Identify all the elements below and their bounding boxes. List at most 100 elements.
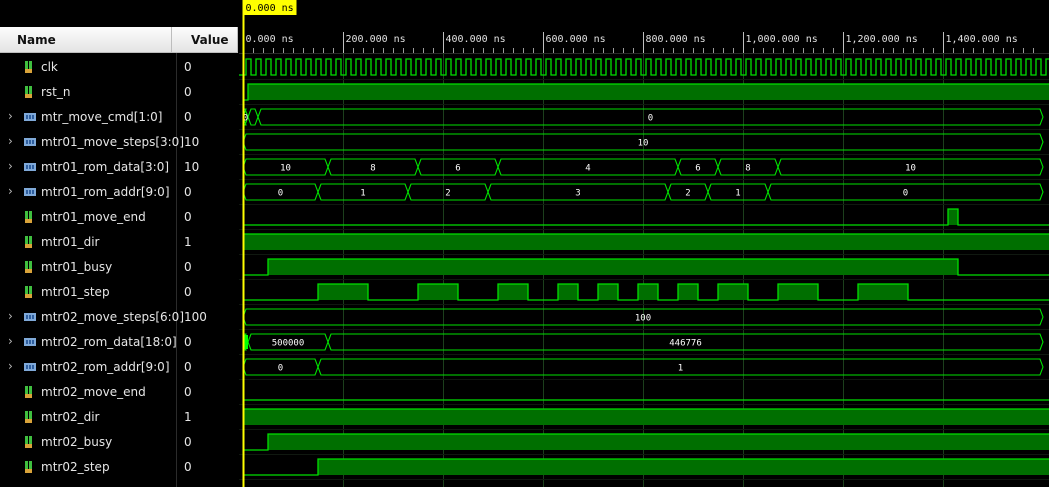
expand-chevron-icon[interactable]: › <box>8 159 13 173</box>
high-level-fill <box>318 284 368 300</box>
expand-chevron-icon[interactable]: › <box>8 334 13 348</box>
ruler-tick-label: 200.000 ns <box>346 34 406 45</box>
signal-row-mtr02-busy[interactable]: mtr02_busy 0 <box>0 430 239 455</box>
bus-value-label: 1 <box>735 189 740 199</box>
bus-value-label: 4 <box>585 164 590 174</box>
signal-row-mtr01-move-steps[interactable]: › mtr01_move_steps[3:0] 10 <box>0 130 239 155</box>
bus-value-label: 446776 <box>669 339 702 349</box>
bit-signal-icon <box>25 411 32 423</box>
high-level-fill <box>418 284 458 300</box>
signal-row-mtr02-step[interactable]: mtr02_step 0 <box>0 455 239 480</box>
signal-name: mtr02_rom_data[18:0] <box>41 335 177 349</box>
signal-value: 0 <box>184 260 192 274</box>
value-column-header[interactable]: Value <box>172 27 238 53</box>
bus-value-label: 10 <box>638 139 649 149</box>
high-level-fill <box>778 284 818 300</box>
signal-name: mtr01_move_steps[3:0] <box>41 135 184 149</box>
signal-name: mtr_move_cmd[1:0] <box>41 110 163 124</box>
bus-value-label: 100 <box>635 314 651 324</box>
bus-value-label: 3 <box>575 189 580 199</box>
high-level-fill <box>858 284 908 300</box>
signal-name: rst_n <box>41 85 71 99</box>
waveform-mtr02-step <box>243 458 1049 476</box>
signal-row-mtr01-step[interactable]: mtr01_step 0 <box>0 280 239 305</box>
bus-signal-icon <box>24 338 36 346</box>
signal-name: mtr01_move_end <box>41 210 146 224</box>
bus-signal-icon <box>24 363 36 371</box>
bit-signal-icon <box>25 436 32 448</box>
high-level-fill <box>678 284 698 300</box>
waveform-mtr02-busy <box>243 433 1049 451</box>
signal-row-mtr01-busy[interactable]: mtr01_busy 0 <box>0 255 239 280</box>
bit-signal-icon <box>25 461 32 473</box>
signal-value: 10 <box>184 135 200 149</box>
bit-signal-icon <box>25 286 32 298</box>
signal-row-mtr-move-cmd[interactable]: › mtr_move_cmd[1:0] 0 <box>0 105 239 130</box>
bus-value-label: 10 <box>280 164 291 174</box>
signal-row-mtr01-rom-data[interactable]: › mtr01_rom_data[3:0] 10 <box>0 155 239 180</box>
bus-value-label: 2 <box>685 189 690 199</box>
high-level-fill <box>638 284 658 300</box>
ruler-tick-label: 600.000 ns <box>546 34 606 45</box>
signal-name: mtr02_step <box>41 460 110 474</box>
signal-row-mtr01-dir[interactable]: mtr01_dir 1 <box>0 230 239 255</box>
high-level-fill <box>558 284 578 300</box>
signal-row-mtr02-rom-data[interactable]: › mtr02_rom_data[18:0] 0 <box>0 330 239 355</box>
high-level-fill <box>243 234 1049 250</box>
signal-name: mtr01_busy <box>41 260 113 274</box>
high-level-fill <box>498 284 528 300</box>
expand-chevron-icon[interactable]: › <box>8 184 13 198</box>
waveform-canvas[interactable]: 0.000 ns 200.000 ns 400.000 ns 600.000 ns 80… <box>239 0 1049 487</box>
bus-value-label: 10 <box>905 164 916 174</box>
signal-value: 0 <box>184 85 192 99</box>
bus-signal-icon <box>24 188 36 196</box>
signal-value: 0 <box>184 385 192 399</box>
signal-name: mtr01_dir <box>41 235 100 249</box>
high-level-fill <box>598 284 618 300</box>
bus-value-label: 0 <box>648 114 653 124</box>
signal-value: 0 <box>184 185 192 199</box>
bit-signal-icon <box>25 61 32 73</box>
expand-chevron-icon[interactable]: › <box>8 109 13 123</box>
signal-name: mtr02_rom_addr[9:0] <box>41 360 170 374</box>
waveform-rst-n <box>243 83 1049 101</box>
high-level-fill <box>718 284 748 300</box>
ruler-tick-label: 1,200.000 ns <box>846 34 918 45</box>
expand-chevron-icon[interactable]: › <box>8 309 13 323</box>
bit-signal-icon <box>25 386 32 398</box>
bus-value-label: 1 <box>360 189 365 199</box>
ruler-tick-label: 1,000.000 ns <box>746 34 818 45</box>
bit-signal-icon <box>25 211 32 223</box>
signal-row-mtr02-move-steps[interactable]: › mtr02_move_steps[6:0] 100 <box>0 305 239 330</box>
signal-row-mtr02-dir[interactable]: mtr02_dir 1 <box>0 405 239 430</box>
high-level-fill <box>243 409 1049 425</box>
signal-value: 1 <box>184 410 192 424</box>
high-level-fill <box>268 259 958 275</box>
expand-chevron-icon[interactable]: › <box>8 134 13 148</box>
bus-value-label: 1 <box>678 364 683 374</box>
bus-signal-icon <box>24 163 36 171</box>
signal-value: 0 <box>184 285 192 299</box>
signal-name: mtr01_rom_data[3:0] <box>41 160 170 174</box>
signal-row-mtr02-rom-addr[interactable]: › mtr02_rom_addr[9:0] 0 <box>0 355 239 380</box>
bus-value-label: 6 <box>695 164 700 174</box>
waveform-mtr01-dir <box>243 233 1049 250</box>
waveform-mtr02-dir <box>243 408 1049 425</box>
bus-signal-icon <box>24 138 36 146</box>
signal-row-rst-n[interactable]: rst_n 0 <box>0 80 239 105</box>
ruler-tick-label: 0.000 ns <box>246 34 294 45</box>
signal-value: 10 <box>184 160 200 174</box>
waveform-mtr01-busy <box>243 258 1049 276</box>
signal-row-mtr01-rom-addr[interactable]: › mtr01_rom_addr[9:0] 0 <box>0 180 239 205</box>
signal-name: mtr02_busy <box>41 435 113 449</box>
bus-value-label: 0 <box>278 364 283 374</box>
name-column-header[interactable]: Name <box>0 27 172 53</box>
signal-row-clk[interactable]: clk 0 <box>0 55 239 80</box>
signal-row-mtr02-move-end[interactable]: mtr02_move_end 0 <box>0 380 239 405</box>
signal-row-mtr01-move-end[interactable]: mtr01_move_end 0 <box>0 205 239 230</box>
bus-value-label: 0 <box>278 189 283 199</box>
bus-value-label: 500000 <box>272 339 305 349</box>
signal-value: 0 <box>184 110 192 124</box>
bus-value-label: 8 <box>370 164 375 174</box>
expand-chevron-icon[interactable]: › <box>8 359 13 373</box>
